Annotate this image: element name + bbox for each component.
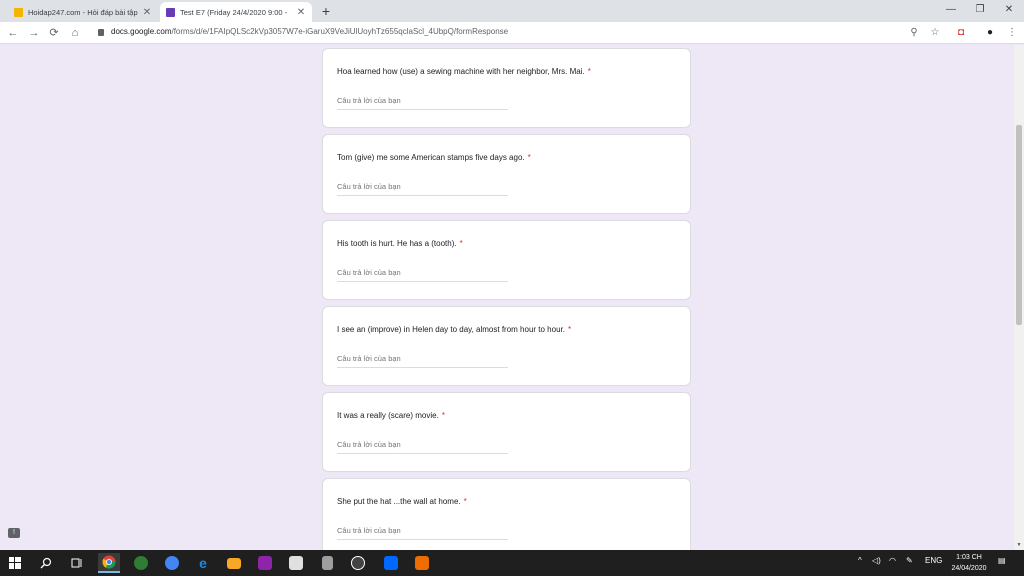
chrome-taskbar-icon[interactable] bbox=[98, 553, 120, 573]
question-label: Tom (give) me some American stamps five … bbox=[337, 153, 525, 162]
answer-input[interactable] bbox=[337, 94, 508, 110]
scrollbar-thumb[interactable] bbox=[1016, 125, 1022, 325]
orange-app-icon[interactable] bbox=[411, 553, 433, 573]
url-host: docs.google.com bbox=[111, 27, 172, 36]
tab-test-e7[interactable]: Test E7 (Friday 24/4/2020 9:00 - ✕ bbox=[160, 2, 312, 22]
minimize-button[interactable]: — bbox=[937, 0, 965, 20]
required-asterisk: * bbox=[527, 153, 531, 162]
home-icon[interactable]: ⌂ bbox=[67, 25, 83, 41]
bookmark-star-icon[interactable]: ☆ bbox=[927, 25, 943, 41]
answer-input[interactable] bbox=[337, 524, 508, 540]
tab-close-icon[interactable]: ✕ bbox=[142, 7, 152, 18]
forward-arrow-icon[interactable]: → bbox=[26, 25, 42, 41]
question-card: It was a really (scare) movie. * bbox=[322, 392, 691, 472]
question-text: I see an (improve) in Helen day to day, … bbox=[337, 325, 571, 334]
question-card: Tom (give) me some American stamps five … bbox=[322, 134, 691, 214]
tab-title: Test E7 (Friday 24/4/2020 9:00 - bbox=[180, 7, 288, 17]
reload-icon[interactable]: ⟳ bbox=[46, 25, 62, 41]
browser-tab-strip: Hoidap247.com - Hỏi đáp bài tập ✕ Test E… bbox=[0, 0, 1024, 22]
question-text: Tom (give) me some American stamps five … bbox=[337, 153, 531, 162]
clock-date: 24/04/2020 bbox=[951, 565, 987, 572]
answer-input[interactable] bbox=[337, 266, 508, 282]
url-text: docs.google.com/forms/d/e/1FAIpQLSc2kVp3… bbox=[111, 27, 508, 36]
window-close-button[interactable]: ✕ bbox=[995, 0, 1023, 20]
question-label: She put the hat ...the wall at home. bbox=[337, 497, 461, 506]
unreal-icon[interactable] bbox=[347, 553, 369, 573]
answer-input[interactable] bbox=[337, 180, 508, 196]
restore-button[interactable]: ❐ bbox=[966, 0, 994, 20]
edge-icon[interactable]: e bbox=[192, 553, 214, 573]
system-clock[interactable]: 1:03 CH 24/04/2020 bbox=[940, 552, 998, 574]
question-card: His tooth is hurt. He has a (tooth). * bbox=[322, 220, 691, 300]
winrar-icon[interactable] bbox=[254, 553, 276, 573]
required-asterisk: * bbox=[441, 411, 445, 420]
chrome-blue-icon[interactable] bbox=[161, 553, 183, 573]
zalo-icon[interactable] bbox=[380, 553, 402, 573]
question-card: Hoa learned how (use) a sewing machine w… bbox=[322, 48, 691, 128]
search-icon[interactable] bbox=[35, 553, 57, 573]
windows-taskbar: e ^ ◁) ◠ ✎ ENG 1:03 CH 24/04/2020 ▤ bbox=[0, 550, 1024, 576]
green-app-icon[interactable] bbox=[130, 553, 152, 573]
pen-icon[interactable]: ✎ bbox=[906, 556, 913, 565]
task-view-icon[interactable] bbox=[66, 553, 88, 573]
question-card: I see an (improve) in Helen day to day, … bbox=[322, 306, 691, 386]
question-label: Hoa learned how (use) a sewing machine w… bbox=[337, 67, 585, 76]
required-asterisk: * bbox=[567, 325, 572, 334]
page-scrollbar[interactable]: ▼ bbox=[1014, 45, 1024, 550]
hoidap247-favicon-icon bbox=[14, 7, 23, 17]
puzzle-app-icon[interactable] bbox=[285, 553, 307, 573]
tab-close-icon[interactable]: ✕ bbox=[296, 7, 306, 18]
zoom-icon[interactable]: ⚲ bbox=[906, 25, 922, 41]
question-text: Hoa learned how (use) a sewing machine w… bbox=[337, 67, 591, 76]
file-explorer-icon[interactable] bbox=[223, 553, 245, 573]
answer-input[interactable] bbox=[337, 438, 508, 454]
calculator-icon[interactable] bbox=[316, 553, 338, 573]
clock-time: 1:03 CH bbox=[956, 554, 982, 561]
profile-avatar-icon[interactable]: ● bbox=[982, 25, 998, 41]
form-page: Hoa learned how (use) a sewing machine w… bbox=[0, 45, 1014, 550]
url-path: /forms/d/e/1FAIpQLSc2kVp3057W7e-iGaruX9V… bbox=[171, 27, 509, 36]
question-text: She put the hat ...the wall at home. * bbox=[337, 497, 467, 506]
chrome-menu-icon[interactable]: ⋮ bbox=[1004, 25, 1020, 41]
required-asterisk: * bbox=[463, 497, 467, 506]
address-bar[interactable]: docs.google.com/forms/d/e/1FAIpQLSc2kVp3… bbox=[88, 24, 946, 42]
extension-icon[interactable]: ◘ bbox=[953, 25, 969, 41]
report-feedback-icon[interactable]: ! bbox=[8, 528, 20, 538]
notifications-icon[interactable]: ▤ bbox=[998, 556, 1006, 565]
answer-input[interactable] bbox=[337, 352, 508, 368]
windows-start-icon[interactable] bbox=[4, 553, 26, 573]
question-text: It was a really (scare) movie. * bbox=[337, 411, 445, 420]
question-label: I see an (improve) in Helen day to day, … bbox=[337, 325, 565, 334]
wifi-icon[interactable]: ◠ bbox=[889, 556, 896, 565]
browser-toolbar: ← → ⟳ ⌂ docs.google.com/forms/d/e/1FAIpQ… bbox=[0, 22, 1024, 44]
google-forms-favicon-icon bbox=[166, 7, 175, 17]
tab-title: Hoidap247.com - Hỏi đáp bài tập bbox=[28, 7, 138, 17]
question-text: His tooth is hurt. He has a (tooth). * bbox=[337, 239, 463, 248]
question-card: She put the hat ...the wall at home. * bbox=[322, 478, 691, 550]
scroll-down-arrow-icon[interactable]: ▼ bbox=[1016, 542, 1022, 548]
lock-icon bbox=[98, 29, 104, 36]
volume-icon[interactable]: ◁) bbox=[872, 556, 881, 565]
required-asterisk: * bbox=[587, 67, 591, 76]
question-label: It was a really (scare) movie. bbox=[337, 411, 439, 420]
tray-chevron-up-icon[interactable]: ^ bbox=[858, 556, 862, 565]
required-asterisk: * bbox=[459, 239, 463, 248]
question-label: His tooth is hurt. He has a (tooth). bbox=[337, 239, 457, 248]
new-tab-button[interactable]: + bbox=[318, 2, 334, 20]
back-arrow-icon[interactable]: ← bbox=[5, 25, 21, 41]
tab-hoidap247[interactable]: Hoidap247.com - Hỏi đáp bài tập ✕ bbox=[8, 2, 158, 22]
